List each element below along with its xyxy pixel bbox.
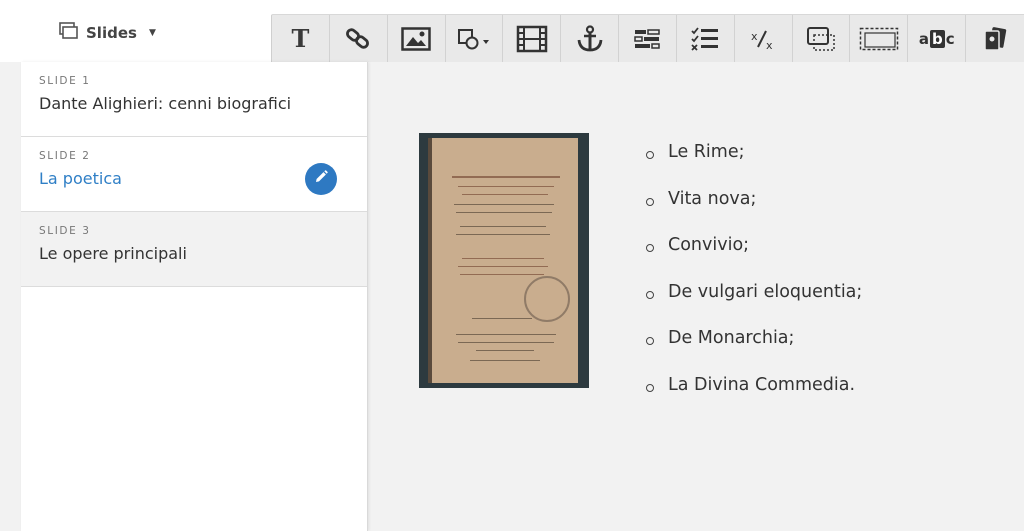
pencil-icon (313, 169, 329, 189)
list-item: De vulgari eloquentia; (646, 282, 862, 329)
image-icon (401, 26, 431, 51)
anchor-tool-button[interactable] (561, 15, 620, 62)
formula-tool-button[interactable]: x x (735, 15, 793, 62)
cards-icon (982, 26, 1008, 52)
slide-canvas: Le Rime; Vita nova; Convivio; De vulgari… (369, 62, 1024, 531)
edit-slide-button[interactable] (305, 163, 337, 195)
text-line (458, 342, 554, 343)
text-line (454, 204, 554, 205)
top-bar: Slides ▼ T x x a b c (0, 0, 1024, 62)
svg-text:x: x (766, 39, 773, 51)
slide-title: Dante Alighieri: cenni biografici (39, 94, 292, 113)
spellcheck-tool-button[interactable]: abc (908, 15, 967, 62)
slides-sidebar: SLIDE 1 Dante Alighieri: cenni biografic… (21, 62, 368, 531)
textbox-icon (859, 27, 899, 51)
book-page (428, 138, 578, 383)
cards-tool-button[interactable] (966, 15, 1024, 62)
frame-tool-button[interactable] (793, 15, 851, 62)
film-icon (516, 25, 548, 53)
text-line (462, 258, 544, 259)
slides-menu-label: Slides (86, 24, 137, 42)
image-tool-button[interactable] (388, 15, 446, 62)
frame-icon (806, 26, 836, 52)
text-line (458, 266, 548, 267)
anchor-icon (576, 24, 604, 53)
text-line (456, 334, 556, 335)
shapes-icon (457, 27, 491, 51)
text-icon: T (291, 24, 310, 53)
fraction-icon: x x (749, 27, 777, 51)
slide-number: SLIDE 2 (39, 150, 91, 162)
slide-list-item-1[interactable]: SLIDE 1 Dante Alighieri: cenni biografic… (21, 62, 367, 137)
list-item: De Monarchia; (646, 328, 862, 375)
svg-text:x: x (751, 30, 758, 43)
text-tool-button[interactable]: T (272, 15, 330, 62)
spellcheck-icon: abc (918, 29, 955, 48)
sliders-icon (633, 27, 661, 51)
slide-number: SLIDE 1 (39, 75, 91, 87)
slide-list-item-3[interactable]: SLIDE 3 Le opere principali (21, 212, 367, 287)
video-tool-button[interactable] (503, 15, 562, 62)
text-line (476, 350, 534, 351)
title-line (452, 176, 560, 178)
slide-list-item-2[interactable]: SLIDE 2 La poetica (21, 137, 367, 212)
quiz-tool-button[interactable] (677, 15, 735, 62)
list-item: La Divina Commedia. (646, 375, 862, 422)
text-line (460, 274, 544, 275)
printer-mark (524, 276, 570, 322)
book-cover-image[interactable] (419, 133, 589, 388)
slide-number: SLIDE 3 (39, 225, 91, 237)
list-item: Le Rime; (646, 142, 862, 189)
link-tool-button[interactable] (330, 15, 388, 62)
slides-icon (58, 22, 78, 44)
list-item: Vita nova; (646, 189, 862, 236)
text-line (456, 234, 550, 235)
text-line (460, 226, 546, 227)
text-line (470, 360, 540, 361)
checklist-icon (690, 26, 720, 52)
text-line (456, 212, 552, 213)
text-line (458, 186, 554, 187)
textbox-tool-button[interactable] (850, 15, 909, 62)
slide-title: Le opere principali (39, 244, 187, 263)
list-item: Convivio; (646, 235, 862, 282)
text-line (472, 318, 532, 319)
works-list: Le Rime; Vita nova; Convivio; De vulgari… (646, 142, 862, 421)
layout-tool-button[interactable] (619, 15, 677, 62)
editor-toolbar: T x x a b c (271, 14, 1024, 62)
text-line (462, 194, 548, 195)
chevron-down-icon: ▼ (148, 28, 156, 38)
link-icon (345, 26, 371, 52)
shape-tool-button[interactable] (446, 15, 504, 62)
slides-menu-button[interactable]: Slides ▼ (58, 22, 156, 44)
